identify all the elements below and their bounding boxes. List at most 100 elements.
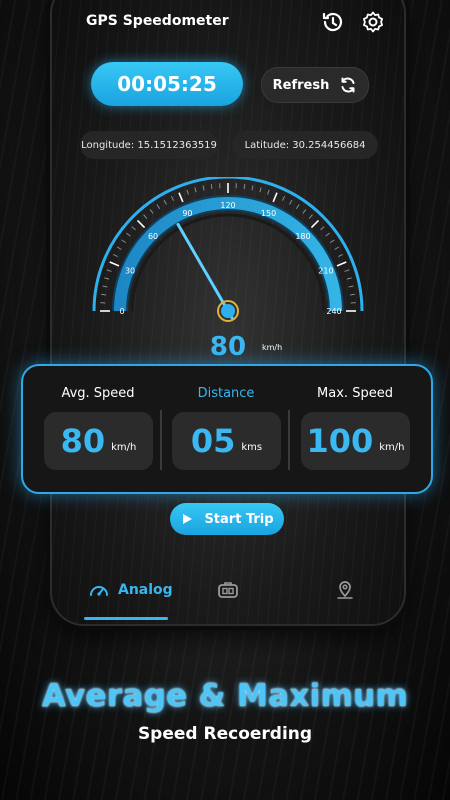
nav-tab-analog-label: Analog [118,582,173,598]
gauge-tick [126,232,131,237]
gauge-tick [289,199,293,205]
map-pin-icon [337,581,353,599]
gauge-tick [186,189,189,195]
speed-gauge: 0 30 60 90 120 150 180 210 240 80 km/h [92,177,364,362]
avg-speed-stat: Avg. Speed 80 km/h [36,366,160,492]
gauge-tick [272,192,278,203]
nav-tab-digital[interactable] [216,565,240,615]
top-bar: GPS Speedometer [52,7,404,41]
distance-value: 05 [190,422,236,460]
gauge-tick [346,277,352,280]
gauge-tick-label: 90 [182,209,192,218]
gauge-tick [281,195,286,201]
gauge-tick-label: 150 [261,209,276,218]
current-speed-unit: km/h [262,343,282,352]
avg-speed-box: 80 km/h [44,412,153,470]
avg-speed-label: Avg. Speed [61,386,135,401]
bottom-nav: Analog [50,565,402,620]
gauge-tick [149,209,154,214]
gauge-band-fill [114,197,342,312]
start-trip-label: Start Trip [204,511,274,527]
promo-subline: Speed Recoerding [137,724,313,744]
gauge-tick [334,246,340,250]
gauge-tick [308,214,313,219]
gauge-tick [136,219,146,229]
gauge-tick [121,239,127,244]
gauge-tick [325,232,330,237]
history-icon[interactable] [320,9,346,35]
gauge-tick [178,192,184,203]
gauge-tick [104,277,110,280]
gauge-tick-label: 180 [295,232,310,241]
gauge-tick [109,261,120,267]
gauge-tick [295,204,300,210]
refresh-button[interactable]: Refresh [261,67,369,103]
max-speed-label: Max. Speed [317,386,393,401]
gauge-hub [221,304,235,318]
gauge-tick [344,269,350,272]
gauge-tick [320,226,325,231]
nav-active-indicator [84,617,168,620]
refresh-label: Refresh [272,77,330,93]
stat-divider [160,410,162,470]
max-speed-box: 100 km/h [301,412,410,470]
nav-tab-analog[interactable]: Analog [88,565,173,615]
distance-label: Distance [197,386,255,401]
gauge-tick [163,199,167,205]
app-title: GPS Speedometer [86,13,229,29]
gauge-tick [329,239,335,244]
gauge-band [112,195,344,312]
gauge-tick-label: 240 [326,307,341,316]
longitude-chip: Longitude: 15.1512363519 [80,131,218,159]
gauge-tick [156,204,161,210]
latitude-chip: Latitude: 30.254456684 [232,131,378,159]
start-trip-button[interactable]: Start Trip [170,503,284,535]
gauge-tick-label: 60 [148,232,158,241]
refresh-icon [341,77,355,93]
promo-headline: Average & Maximum [41,678,409,714]
play-icon [183,514,193,524]
gauge-tick-label: 210 [318,266,333,275]
gauge-tick-label: 120 [220,201,235,210]
max-speed-unit: km/h [379,441,405,453]
avg-speed-unit: km/h [111,441,137,453]
nav-tab-map[interactable] [334,565,356,615]
gauge-tick [338,253,344,258]
gauge-tick [101,293,107,296]
gauge-tick [251,185,254,191]
digital-meter-icon [218,582,238,598]
trip-stats-card: Avg. Speed 80 km/h Distance 05 kms Max. … [21,364,433,494]
speedometer-icon [90,586,108,596]
distance-unit: kms [241,441,263,453]
avg-speed-value: 80 [60,422,106,460]
gauge-tick [112,253,118,258]
gauge-tick [310,219,320,229]
gauge-tick [302,209,307,214]
gauge-tick [143,214,148,219]
gauge-tick [116,246,122,250]
max-speed-stat: Max. Speed 100 km/h [293,366,417,492]
gauge-tick [267,189,270,195]
gauge-tick [106,269,112,272]
gauge-tick [348,285,354,288]
gauge-tick [131,226,136,231]
gear-icon[interactable] [360,9,386,35]
gauge-tick [170,195,175,201]
gauge-tick [194,187,197,193]
gauge-tick [243,184,246,190]
gauge-tick [259,187,262,193]
gauge-tick-label: 0 [119,307,124,316]
distance-stat: Distance 05 kms [164,366,288,492]
gauge-tick [336,261,347,267]
trip-timer: 00:05:25 [91,62,243,106]
gauge-tick [102,285,108,288]
gauge-tick [349,293,355,296]
stat-divider [288,410,290,470]
gauge-needle [176,222,234,320]
gauge-tick [210,184,213,190]
max-speed-value: 100 [306,422,374,460]
current-speed-value: 80 [210,332,246,362]
gauge-tick-label: 30 [125,266,135,275]
gauge-tick [202,185,205,191]
distance-box: 05 kms [172,412,281,470]
